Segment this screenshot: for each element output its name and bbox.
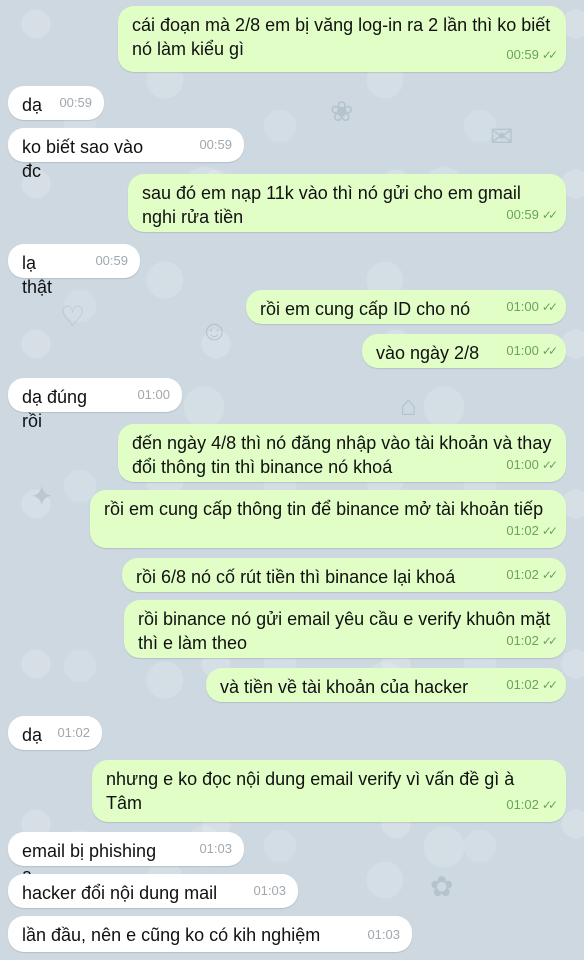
message-bubble-outgoing[interactable]: rồi 6/8 nó cố rút tiền thì binance lại k… bbox=[122, 558, 566, 592]
message-time: 01:02 bbox=[506, 523, 539, 538]
message-text: sau đó em nạp 11k vào thì nó gửi cho em … bbox=[142, 183, 521, 227]
message-bubble-outgoing[interactable]: vào ngày 2/8 01:00 ✓✓ bbox=[362, 334, 566, 368]
double-check-icon: ✓✓ bbox=[541, 798, 558, 812]
message-time: 01:00 bbox=[506, 343, 539, 358]
message-meta: 01:02 ✓✓ bbox=[506, 563, 558, 587]
message-meta: 00:59 ✓✓ bbox=[506, 43, 558, 67]
message-time: 01:03 bbox=[253, 883, 286, 898]
message-bubble-outgoing[interactable]: đến ngày 4/8 thì nó đăng nhập vào tài kh… bbox=[118, 424, 566, 482]
double-check-icon: ✓✓ bbox=[541, 208, 558, 222]
message-meta: 01:03 bbox=[253, 879, 286, 903]
message-bubble-incoming[interactable]: lần đầu, nên e cũng ko có kih nghiệm 01:… bbox=[8, 916, 412, 952]
message-meta: 01:00 ✓✓ bbox=[506, 339, 558, 363]
message-bubble-outgoing[interactable]: sau đó em nạp 11k vào thì nó gửi cho em … bbox=[128, 174, 566, 232]
double-check-icon: ✓✓ bbox=[541, 458, 558, 472]
double-check-icon: ✓✓ bbox=[541, 48, 558, 62]
message-time: 01:02 bbox=[506, 797, 539, 812]
double-check-icon: ✓✓ bbox=[541, 678, 558, 692]
message-time: 01:02 bbox=[57, 725, 90, 740]
message-bubble-incoming[interactable]: email bị phishing a 01:03 bbox=[8, 832, 244, 885]
message-time: 01:03 bbox=[367, 927, 400, 942]
message-bubble-incoming[interactable]: ko biết sao vào đc 00:59 bbox=[8, 128, 244, 181]
double-check-icon: ✓✓ bbox=[541, 634, 558, 648]
message-time: 01:00 bbox=[137, 387, 170, 402]
message-bubble-outgoing[interactable]: rồi binance nó gửi email yêu cầu e verif… bbox=[124, 600, 566, 658]
message-time: 01:02 bbox=[506, 567, 539, 582]
message-meta: 01:02 ✓✓ bbox=[506, 793, 558, 817]
message-meta: 01:03 bbox=[199, 837, 232, 861]
message-time: 00:59 bbox=[95, 253, 128, 268]
message-text: cái đoạn mà 2/8 em bị văng log-in ra 2 l… bbox=[132, 15, 551, 59]
message-bubble-outgoing[interactable]: và tiền về tài khoản của hacker 01:02 ✓✓ bbox=[206, 668, 566, 702]
message-time: 00:59 bbox=[506, 207, 539, 222]
message-meta: 01:02 bbox=[57, 721, 90, 745]
message-bubble-outgoing[interactable]: rồi em cung cấp ID cho nó 01:00 ✓✓ bbox=[246, 290, 566, 324]
message-bubble-incoming[interactable]: dạ 00:59 bbox=[8, 86, 104, 120]
message-bubble-incoming[interactable]: dạ 01:02 bbox=[8, 716, 102, 750]
message-meta: 01:00 ✓✓ bbox=[506, 295, 558, 319]
double-check-icon: ✓✓ bbox=[541, 344, 558, 358]
message-meta: 01:02 ✓✓ bbox=[506, 673, 558, 697]
message-meta: 00:59 bbox=[95, 249, 128, 273]
message-text: nhưng e ko đọc nội dung email verify vì … bbox=[106, 769, 515, 813]
message-meta: 01:00 ✓✓ bbox=[506, 453, 558, 477]
message-text: rồi binance nó gửi email yêu cầu e verif… bbox=[138, 609, 551, 653]
message-text: rồi 6/8 nó cố rút tiền thì binance lại k… bbox=[136, 567, 456, 587]
message-meta: 01:02 ✓✓ bbox=[506, 629, 558, 653]
double-check-icon: ✓✓ bbox=[541, 524, 558, 538]
message-bubble-incoming[interactable]: lạ thật 00:59 bbox=[8, 244, 140, 297]
message-time: 00:59 bbox=[59, 95, 92, 110]
message-meta: 00:59 bbox=[59, 91, 92, 115]
message-text: lần đầu, nên e cũng ko có kih nghiệm bbox=[22, 925, 321, 945]
double-check-icon: ✓✓ bbox=[541, 300, 558, 314]
message-text: rồi em cung cấp thông tin để binance mở … bbox=[104, 499, 544, 519]
message-meta: 00:59 bbox=[199, 133, 232, 157]
message-bubble-outgoing[interactable]: nhưng e ko đọc nội dung email verify vì … bbox=[92, 760, 566, 822]
message-bubble-outgoing[interactable]: rồi em cung cấp thông tin để binance mở … bbox=[90, 490, 566, 548]
message-time: 01:00 bbox=[506, 299, 539, 314]
message-time: 01:02 bbox=[506, 677, 539, 692]
message-meta: 01:03 bbox=[367, 923, 400, 947]
message-time: 01:02 bbox=[506, 633, 539, 648]
message-time: 00:59 bbox=[199, 137, 232, 152]
message-text: đến ngày 4/8 thì nó đăng nhập vào tài kh… bbox=[132, 433, 552, 477]
double-check-icon: ✓✓ bbox=[541, 568, 558, 582]
message-list[interactable]: cái đoạn mà 2/8 em bị văng log-in ra 2 l… bbox=[0, 0, 584, 960]
message-time: 01:00 bbox=[506, 457, 539, 472]
message-meta: 01:02 ✓✓ bbox=[506, 519, 558, 543]
message-bubble-outgoing[interactable]: cái đoạn mà 2/8 em bị văng log-in ra 2 l… bbox=[118, 6, 566, 72]
message-meta: 00:59 ✓✓ bbox=[506, 203, 558, 227]
message-bubble-incoming[interactable]: hacker đổi nội dung mail 01:03 bbox=[8, 874, 298, 908]
message-time: 00:59 bbox=[506, 47, 539, 62]
message-bubble-incoming[interactable]: dạ đúng rồi 01:00 bbox=[8, 378, 182, 431]
message-time: 01:03 bbox=[199, 841, 232, 856]
message-meta: 01:00 bbox=[137, 383, 170, 407]
